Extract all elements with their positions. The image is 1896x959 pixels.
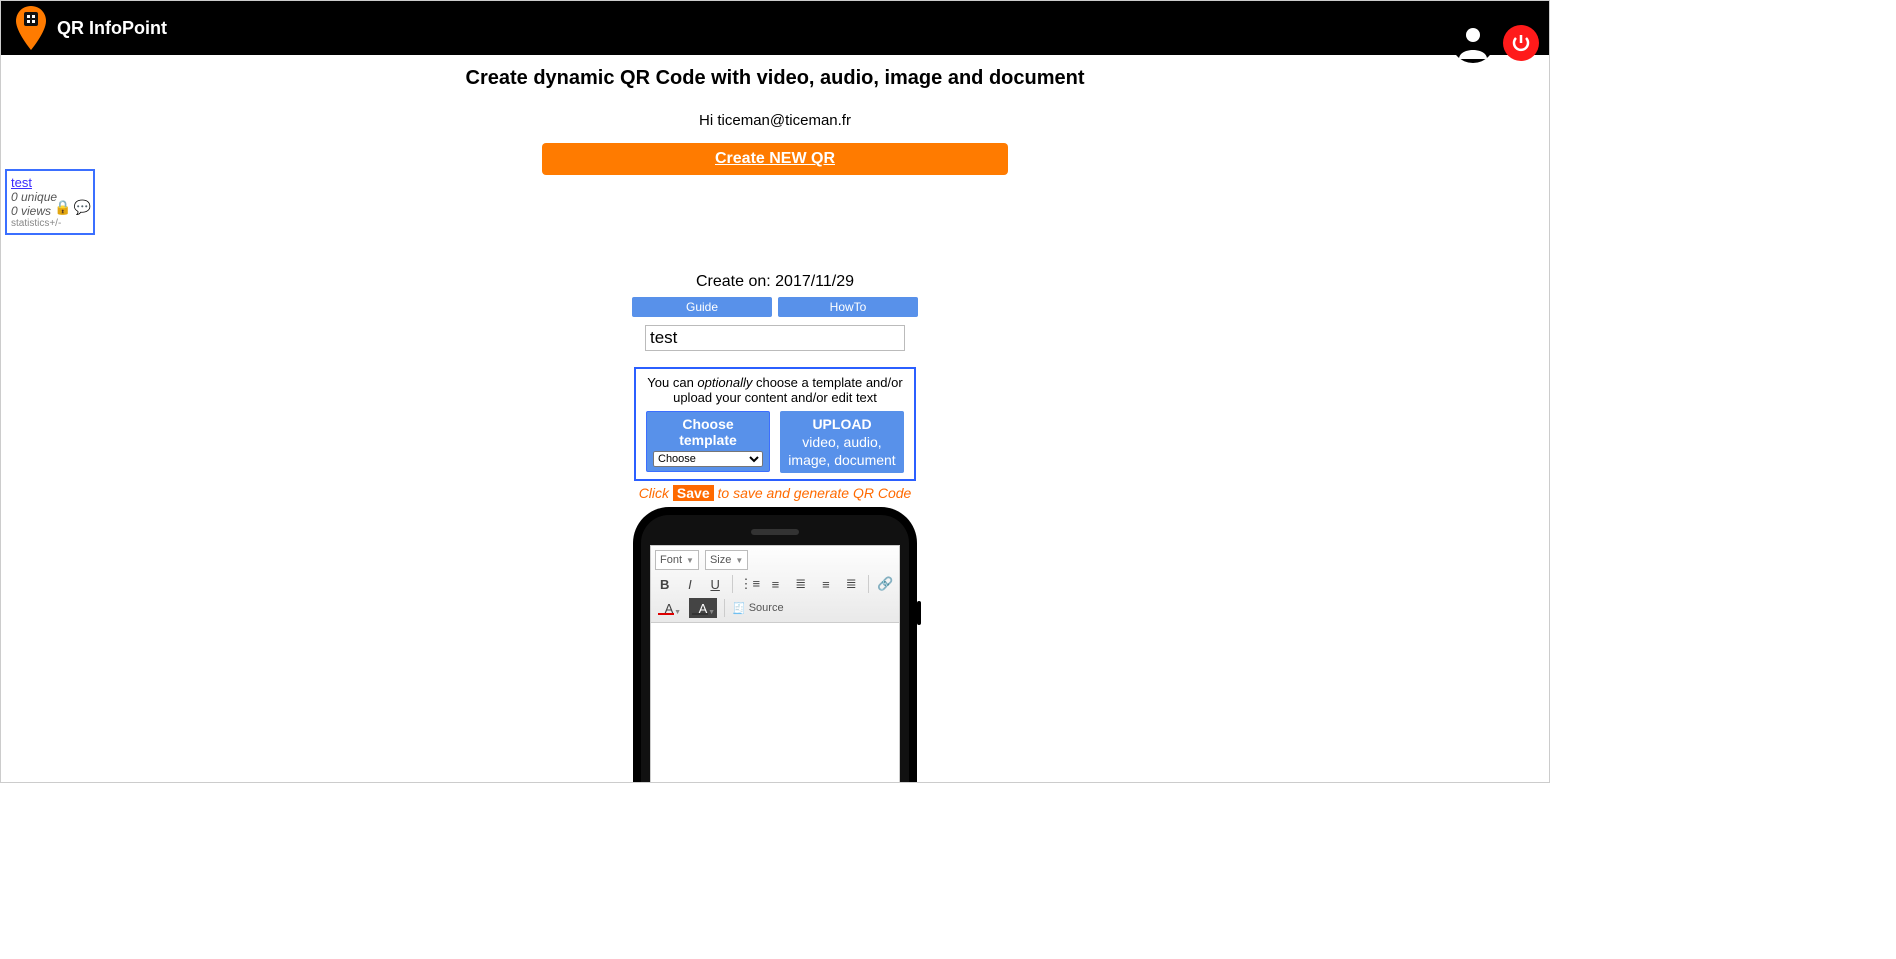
- create-new-qr-button[interactable]: Create NEW QR: [542, 143, 1008, 175]
- user-avatar-icon[interactable]: [1451, 19, 1495, 68]
- lock-icon: 🔒: [54, 199, 71, 216]
- created-on: Create on: 2017/11/29: [630, 273, 920, 291]
- phone-frame: Font▼ Size▼ B I U ⋮≡ ≡ ≣ ≡ ≣ 🔗: [633, 507, 917, 783]
- greeting: Hi ticeman@ticeman.fr: [1, 112, 1549, 129]
- text-color-icon[interactable]: A▼: [655, 598, 683, 618]
- save-inline-button[interactable]: Save: [673, 485, 714, 501]
- options-box: You can optionally choose a template and…: [634, 367, 916, 481]
- align-left-icon[interactable]: ≡: [766, 574, 785, 594]
- tab-howto[interactable]: HowTo: [778, 297, 918, 317]
- justify-icon[interactable]: ≣: [842, 574, 861, 594]
- logo-pin-icon: [11, 1, 51, 55]
- page-headline: Create dynamic QR Code with video, audio…: [1, 67, 1549, 90]
- tab-guide[interactable]: Guide: [632, 297, 772, 317]
- editor-toolbar: Font▼ Size▼ B I U ⋮≡ ≡ ≣ ≡ ≣ 🔗: [651, 546, 899, 623]
- size-dropdown[interactable]: Size▼: [705, 550, 748, 570]
- editor-content-area[interactable]: [651, 623, 899, 783]
- brand-title: QR InfoPoint: [57, 18, 167, 39]
- template-select[interactable]: Choose: [653, 451, 763, 467]
- qr-side-card[interactable]: test 0 unique 0 views statistics+/- 🔒 💬: [5, 169, 95, 235]
- bold-icon[interactable]: B: [655, 574, 674, 594]
- source-button[interactable]: 🧾 Source: [732, 602, 784, 615]
- click-save-hint: Click Save to save and generate QR Code: [630, 485, 920, 501]
- qr-card-title[interactable]: test: [11, 175, 89, 190]
- choose-template-label: Choose template: [653, 416, 763, 448]
- source-icon: 🧾: [732, 602, 746, 615]
- align-right-icon[interactable]: ≡: [816, 574, 835, 594]
- options-text: You can optionally choose a template and…: [642, 375, 908, 405]
- bulleted-list-icon[interactable]: ⋮≡: [740, 574, 760, 594]
- qr-title-input[interactable]: [645, 325, 905, 351]
- link-icon[interactable]: 🔗: [876, 574, 895, 594]
- choose-template-block: Choose template Choose: [646, 411, 770, 472]
- align-center-icon[interactable]: ≣: [791, 574, 810, 594]
- rich-text-editor: Font▼ Size▼ B I U ⋮≡ ≡ ≣ ≡ ≣ 🔗: [650, 545, 900, 783]
- background-color-icon[interactable]: A▼: [689, 598, 717, 618]
- font-dropdown[interactable]: Font▼: [655, 550, 699, 570]
- top-bar: QR InfoPoint: [1, 1, 1549, 55]
- chat-icon: 💬: [74, 199, 91, 216]
- power-icon[interactable]: [1503, 25, 1539, 61]
- underline-icon[interactable]: U: [706, 574, 725, 594]
- phone-side-button: [917, 601, 921, 625]
- upload-button[interactable]: UPLOAD video, audio, image, document: [780, 411, 904, 473]
- qr-card-stats-link[interactable]: statistics+/-: [11, 218, 89, 229]
- brand[interactable]: QR InfoPoint: [11, 1, 167, 55]
- phone-speaker: [751, 529, 799, 535]
- italic-icon[interactable]: I: [680, 574, 699, 594]
